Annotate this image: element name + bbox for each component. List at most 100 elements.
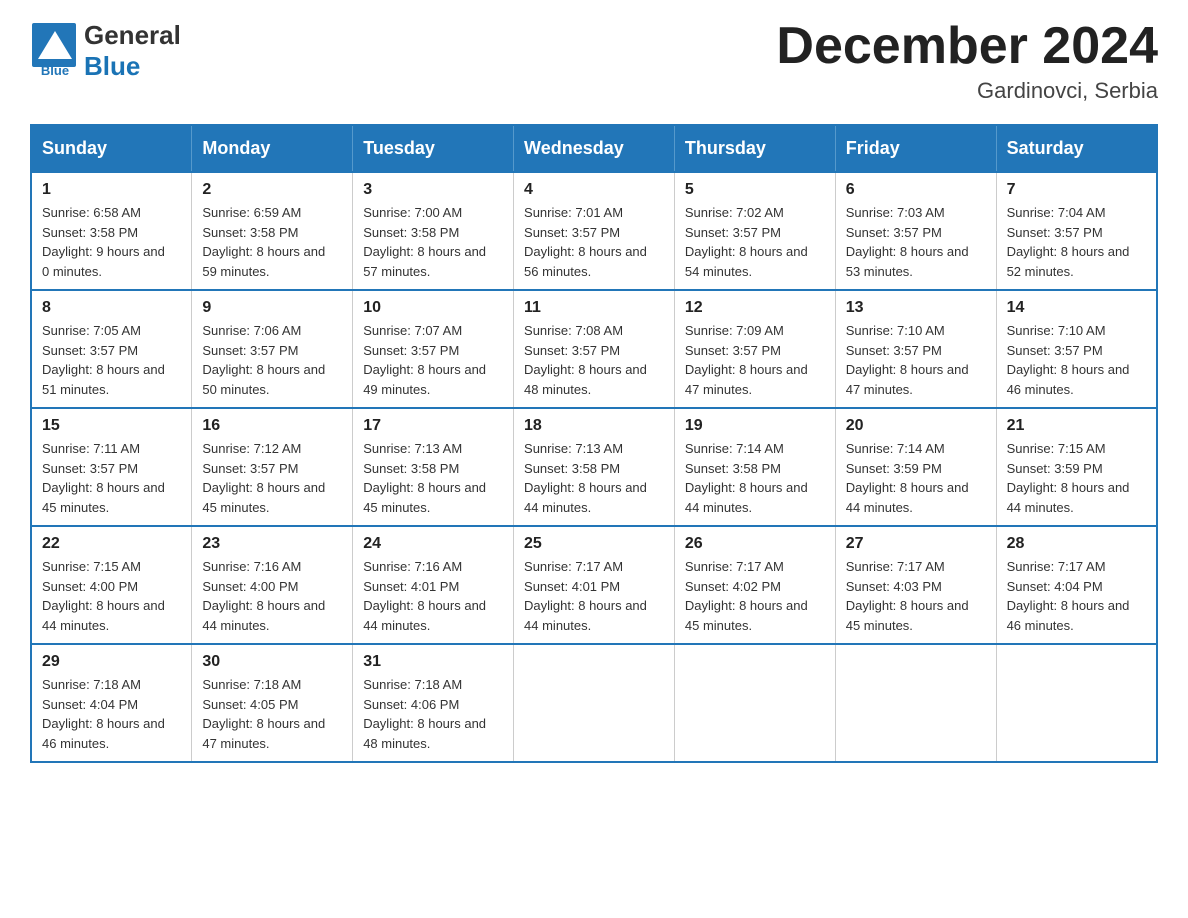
col-thursday: Thursday: [674, 125, 835, 172]
day-info: Sunrise: 7:18 AM Sunset: 4:05 PM Dayligh…: [202, 675, 342, 753]
calendar-cell: 14 Sunrise: 7:10 AM Sunset: 3:57 PM Dayl…: [996, 290, 1157, 408]
calendar-table: Sunday Monday Tuesday Wednesday Thursday…: [30, 124, 1158, 763]
logo-blue: Blue: [84, 51, 140, 81]
calendar-cell: 3 Sunrise: 7:00 AM Sunset: 3:58 PM Dayli…: [353, 172, 514, 290]
calendar-cell: 31 Sunrise: 7:18 AM Sunset: 4:06 PM Dayl…: [353, 644, 514, 762]
calendar-cell: 30 Sunrise: 7:18 AM Sunset: 4:05 PM Dayl…: [192, 644, 353, 762]
col-tuesday: Tuesday: [353, 125, 514, 172]
day-info: Sunrise: 7:13 AM Sunset: 3:58 PM Dayligh…: [363, 439, 503, 517]
day-number: 31: [363, 653, 503, 671]
calendar-cell: 29 Sunrise: 7:18 AM Sunset: 4:04 PM Dayl…: [31, 644, 192, 762]
title-block: December 2024 Gardinovci, Serbia: [776, 20, 1158, 104]
calendar-cell: 27 Sunrise: 7:17 AM Sunset: 4:03 PM Dayl…: [835, 526, 996, 644]
day-info: Sunrise: 7:00 AM Sunset: 3:58 PM Dayligh…: [363, 203, 503, 281]
logo: Blue General Blue: [30, 20, 181, 82]
day-number: 10: [363, 299, 503, 317]
col-monday: Monday: [192, 125, 353, 172]
day-info: Sunrise: 6:58 AM Sunset: 3:58 PM Dayligh…: [42, 203, 181, 281]
day-number: 15: [42, 417, 181, 435]
calendar-cell: 16 Sunrise: 7:12 AM Sunset: 3:57 PM Dayl…: [192, 408, 353, 526]
calendar-cell: 15 Sunrise: 7:11 AM Sunset: 3:57 PM Dayl…: [31, 408, 192, 526]
day-info: Sunrise: 7:11 AM Sunset: 3:57 PM Dayligh…: [42, 439, 181, 517]
day-info: Sunrise: 7:03 AM Sunset: 3:57 PM Dayligh…: [846, 203, 986, 281]
calendar-cell: 9 Sunrise: 7:06 AM Sunset: 3:57 PM Dayli…: [192, 290, 353, 408]
day-number: 13: [846, 299, 986, 317]
day-number: 22: [42, 535, 181, 553]
day-number: 24: [363, 535, 503, 553]
col-sunday: Sunday: [31, 125, 192, 172]
day-number: 17: [363, 417, 503, 435]
day-number: 27: [846, 535, 986, 553]
col-wednesday: Wednesday: [514, 125, 675, 172]
calendar-cell: 4 Sunrise: 7:01 AM Sunset: 3:57 PM Dayli…: [514, 172, 675, 290]
day-number: 4: [524, 181, 664, 199]
day-number: 3: [363, 181, 503, 199]
calendar-cell: 22 Sunrise: 7:15 AM Sunset: 4:00 PM Dayl…: [31, 526, 192, 644]
day-number: 19: [685, 417, 825, 435]
day-info: Sunrise: 7:07 AM Sunset: 3:57 PM Dayligh…: [363, 321, 503, 399]
day-number: 9: [202, 299, 342, 317]
day-number: 12: [685, 299, 825, 317]
day-number: 8: [42, 299, 181, 317]
calendar-cell: 25 Sunrise: 7:17 AM Sunset: 4:01 PM Dayl…: [514, 526, 675, 644]
day-number: 18: [524, 417, 664, 435]
day-number: 16: [202, 417, 342, 435]
day-info: Sunrise: 7:15 AM Sunset: 4:00 PM Dayligh…: [42, 557, 181, 635]
day-info: Sunrise: 7:17 AM Sunset: 4:03 PM Dayligh…: [846, 557, 986, 635]
day-info: Sunrise: 7:18 AM Sunset: 4:06 PM Dayligh…: [363, 675, 503, 753]
calendar-cell: [996, 644, 1157, 762]
col-friday: Friday: [835, 125, 996, 172]
day-info: Sunrise: 7:04 AM Sunset: 3:57 PM Dayligh…: [1007, 203, 1146, 281]
day-number: 5: [685, 181, 825, 199]
calendar-cell: 12 Sunrise: 7:09 AM Sunset: 3:57 PM Dayl…: [674, 290, 835, 408]
day-number: 30: [202, 653, 342, 671]
calendar-cell: 20 Sunrise: 7:14 AM Sunset: 3:59 PM Dayl…: [835, 408, 996, 526]
calendar-cell: 10 Sunrise: 7:07 AM Sunset: 3:57 PM Dayl…: [353, 290, 514, 408]
day-number: 1: [42, 181, 181, 199]
calendar-week-2: 8 Sunrise: 7:05 AM Sunset: 3:57 PM Dayli…: [31, 290, 1157, 408]
calendar-cell: 21 Sunrise: 7:15 AM Sunset: 3:59 PM Dayl…: [996, 408, 1157, 526]
day-info: Sunrise: 7:09 AM Sunset: 3:57 PM Dayligh…: [685, 321, 825, 399]
calendar-week-5: 29 Sunrise: 7:18 AM Sunset: 4:04 PM Dayl…: [31, 644, 1157, 762]
day-number: 20: [846, 417, 986, 435]
day-info: Sunrise: 7:13 AM Sunset: 3:58 PM Dayligh…: [524, 439, 664, 517]
calendar-cell: 5 Sunrise: 7:02 AM Sunset: 3:57 PM Dayli…: [674, 172, 835, 290]
calendar-cell: 23 Sunrise: 7:16 AM Sunset: 4:00 PM Dayl…: [192, 526, 353, 644]
day-info: Sunrise: 7:02 AM Sunset: 3:57 PM Dayligh…: [685, 203, 825, 281]
day-info: Sunrise: 7:17 AM Sunset: 4:02 PM Dayligh…: [685, 557, 825, 635]
day-info: Sunrise: 7:14 AM Sunset: 3:58 PM Dayligh…: [685, 439, 825, 517]
calendar-cell: 13 Sunrise: 7:10 AM Sunset: 3:57 PM Dayl…: [835, 290, 996, 408]
calendar-week-3: 15 Sunrise: 7:11 AM Sunset: 3:57 PM Dayl…: [31, 408, 1157, 526]
calendar-cell: 26 Sunrise: 7:17 AM Sunset: 4:02 PM Dayl…: [674, 526, 835, 644]
day-number: 14: [1007, 299, 1146, 317]
calendar-cell: 11 Sunrise: 7:08 AM Sunset: 3:57 PM Dayl…: [514, 290, 675, 408]
page-header: Blue General Blue December 2024 Gardinov…: [30, 20, 1158, 104]
day-info: Sunrise: 7:10 AM Sunset: 3:57 PM Dayligh…: [1007, 321, 1146, 399]
day-number: 23: [202, 535, 342, 553]
calendar-cell: 2 Sunrise: 6:59 AM Sunset: 3:58 PM Dayli…: [192, 172, 353, 290]
day-info: Sunrise: 7:18 AM Sunset: 4:04 PM Dayligh…: [42, 675, 181, 753]
day-number: 26: [685, 535, 825, 553]
day-number: 29: [42, 653, 181, 671]
day-info: Sunrise: 7:15 AM Sunset: 3:59 PM Dayligh…: [1007, 439, 1146, 517]
day-number: 11: [524, 299, 664, 317]
day-number: 25: [524, 535, 664, 553]
day-number: 2: [202, 181, 342, 199]
calendar-cell: 6 Sunrise: 7:03 AM Sunset: 3:57 PM Dayli…: [835, 172, 996, 290]
day-info: Sunrise: 7:17 AM Sunset: 4:01 PM Dayligh…: [524, 557, 664, 635]
calendar-cell: 17 Sunrise: 7:13 AM Sunset: 3:58 PM Dayl…: [353, 408, 514, 526]
day-info: Sunrise: 7:08 AM Sunset: 3:57 PM Dayligh…: [524, 321, 664, 399]
calendar-header-row: Sunday Monday Tuesday Wednesday Thursday…: [31, 125, 1157, 172]
day-info: Sunrise: 7:16 AM Sunset: 4:00 PM Dayligh…: [202, 557, 342, 635]
calendar-cell: 19 Sunrise: 7:14 AM Sunset: 3:58 PM Dayl…: [674, 408, 835, 526]
month-title: December 2024: [776, 20, 1158, 72]
calendar-cell: 1 Sunrise: 6:58 AM Sunset: 3:58 PM Dayli…: [31, 172, 192, 290]
day-number: 7: [1007, 181, 1146, 199]
day-info: Sunrise: 7:10 AM Sunset: 3:57 PM Dayligh…: [846, 321, 986, 399]
logo-text: General Blue: [84, 20, 181, 82]
day-number: 6: [846, 181, 986, 199]
calendar-week-4: 22 Sunrise: 7:15 AM Sunset: 4:00 PM Dayl…: [31, 526, 1157, 644]
day-info: Sunrise: 7:16 AM Sunset: 4:01 PM Dayligh…: [363, 557, 503, 635]
calendar-cell: [514, 644, 675, 762]
calendar-cell: [835, 644, 996, 762]
